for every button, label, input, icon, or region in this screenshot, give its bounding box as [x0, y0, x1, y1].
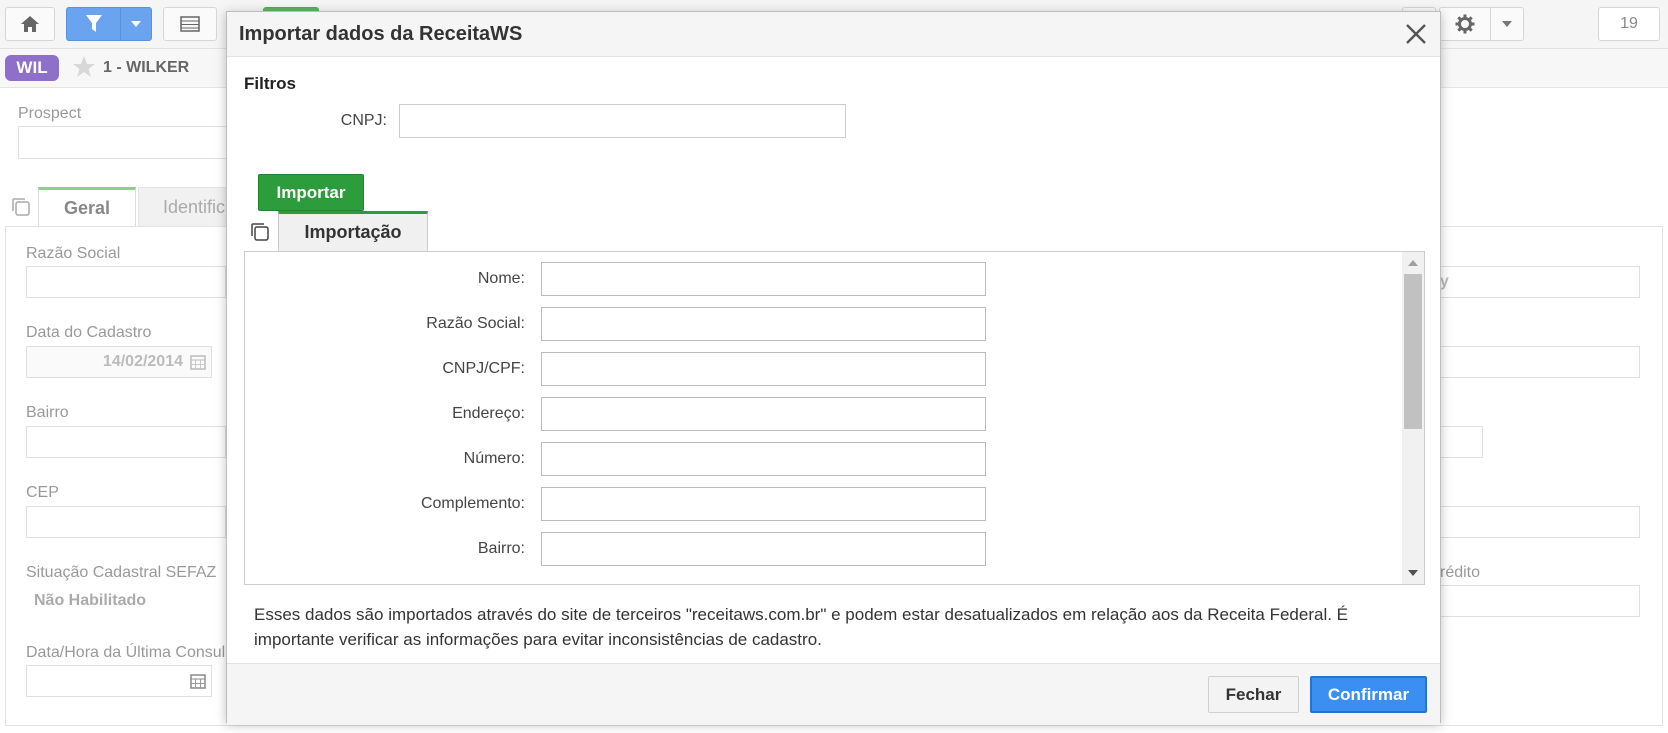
scroll-down-button[interactable]	[1402, 562, 1424, 584]
cnpj-label: CNPJ:	[340, 112, 387, 129]
filter-dropdown-button[interactable]	[120, 7, 152, 41]
scroll-up-button[interactable]	[1402, 252, 1424, 274]
tab-importacao[interactable]: Importação	[278, 211, 428, 251]
chevron-down-icon	[131, 21, 141, 27]
complemento-input[interactable]	[541, 487, 986, 521]
right-partial-field[interactable]: ey	[1430, 266, 1640, 298]
cnpj-cpf-input[interactable]	[541, 352, 986, 386]
dialog-footer: Fechar Confirmar	[227, 663, 1440, 725]
close-icon[interactable]	[1404, 22, 1428, 46]
credito-field[interactable]	[1430, 585, 1640, 617]
field-row-numero: Número:	[245, 442, 1005, 476]
calendar-icon[interactable]	[190, 673, 206, 689]
right-field-4[interactable]	[1430, 506, 1640, 538]
arrow-up-icon	[1408, 260, 1418, 266]
numero-label: Número:	[463, 450, 525, 467]
scroll-thumb[interactable]	[1404, 274, 1422, 429]
user-badge: WIL	[5, 55, 59, 81]
nome-label: Nome:	[477, 270, 525, 287]
cnpj-cpf-label: CNPJ/CPF:	[442, 360, 525, 377]
cep-label: CEP	[26, 484, 59, 501]
list-icon	[180, 16, 200, 32]
razao-social-label: Razão Social:	[426, 315, 525, 332]
calendar-icon[interactable]	[190, 354, 206, 370]
copy-icon[interactable]	[10, 196, 32, 218]
bairro-field[interactable]	[26, 426, 226, 458]
bairro-label: Bairro:	[477, 540, 525, 557]
record-count: 19	[1598, 7, 1660, 41]
arrow-down-icon	[1408, 570, 1418, 576]
data-cadastro-label: Data do Cadastro	[26, 324, 152, 341]
razao-social-input[interactable]	[541, 307, 986, 341]
cep-field[interactable]	[26, 506, 226, 538]
tab-identificacao[interactable]: Identific	[138, 187, 228, 227]
situacao-label: Situação Cadastral SEFAZ	[26, 564, 217, 581]
chevron-down-icon	[1502, 21, 1512, 27]
record-title: 1 - WILKER	[103, 59, 190, 76]
prospect-field[interactable]	[18, 126, 238, 159]
home-button[interactable]	[5, 7, 55, 41]
right-field-2[interactable]	[1430, 346, 1640, 378]
panel-scrollbar[interactable]	[1402, 252, 1424, 584]
disclaimer-text: Esses dados são importados através do si…	[254, 605, 1349, 649]
tab-geral[interactable]: Geral	[38, 187, 136, 227]
field-row-nome: Nome:	[245, 262, 1005, 296]
filter-button[interactable]	[66, 7, 121, 41]
settings-dropdown-button[interactable]	[1490, 7, 1524, 41]
field-row-endereco: Endereço:	[245, 397, 1005, 431]
razao-social-field[interactable]	[26, 266, 226, 298]
nome-input[interactable]	[541, 262, 986, 296]
importar-button[interactable]: Importar	[258, 174, 364, 211]
prospect-label: Prospect	[18, 105, 82, 122]
field-row-razao-social: Razão Social:	[245, 307, 1005, 341]
field-row-complemento: Complemento:	[245, 487, 1005, 521]
credito-label: rédito	[1440, 564, 1481, 581]
complemento-label: Complemento:	[420, 495, 525, 512]
endereco-label: Endereço:	[452, 405, 525, 422]
cnpj-input[interactable]	[399, 104, 846, 138]
star-icon[interactable]	[72, 55, 96, 79]
dialog-title: Importar dados da ReceitaWS	[239, 23, 523, 45]
dialog-header: Importar dados da ReceitaWS	[227, 12, 1440, 57]
razao-social-label: Razão Social	[26, 245, 121, 262]
gear-icon	[1455, 14, 1475, 34]
confirmar-button[interactable]: Confirmar	[1310, 676, 1427, 713]
bairro-input[interactable]	[541, 532, 986, 566]
data-hora-field[interactable]	[26, 665, 212, 697]
bairro-label: Bairro	[26, 404, 69, 421]
endereco-input[interactable]	[541, 397, 986, 431]
field-row-bairro: Bairro:	[245, 532, 1005, 566]
data-hora-label: Data/Hora da Última Consul	[26, 644, 226, 661]
settings-button[interactable]	[1439, 7, 1491, 41]
fechar-button[interactable]: Fechar	[1208, 676, 1299, 713]
numero-input[interactable]	[541, 442, 986, 476]
situacao-value: Não Habilitado	[26, 585, 226, 617]
importacao-panel[interactable]: Nome: Razão Social: CNPJ/CPF: Endereço: …	[244, 251, 1425, 585]
import-receitaws-dialog: Importar dados da ReceitaWS Filtros CNPJ…	[226, 11, 1441, 725]
data-cadastro-field[interactable]: 14/02/2014	[26, 346, 212, 378]
copy-icon[interactable]	[249, 221, 271, 243]
home-icon	[21, 16, 39, 32]
filters-heading: Filtros	[244, 74, 296, 93]
list-view-button[interactable]	[163, 7, 217, 41]
field-row-cnpj-cpf: CNPJ/CPF:	[245, 352, 1005, 386]
filter-icon	[85, 15, 102, 32]
